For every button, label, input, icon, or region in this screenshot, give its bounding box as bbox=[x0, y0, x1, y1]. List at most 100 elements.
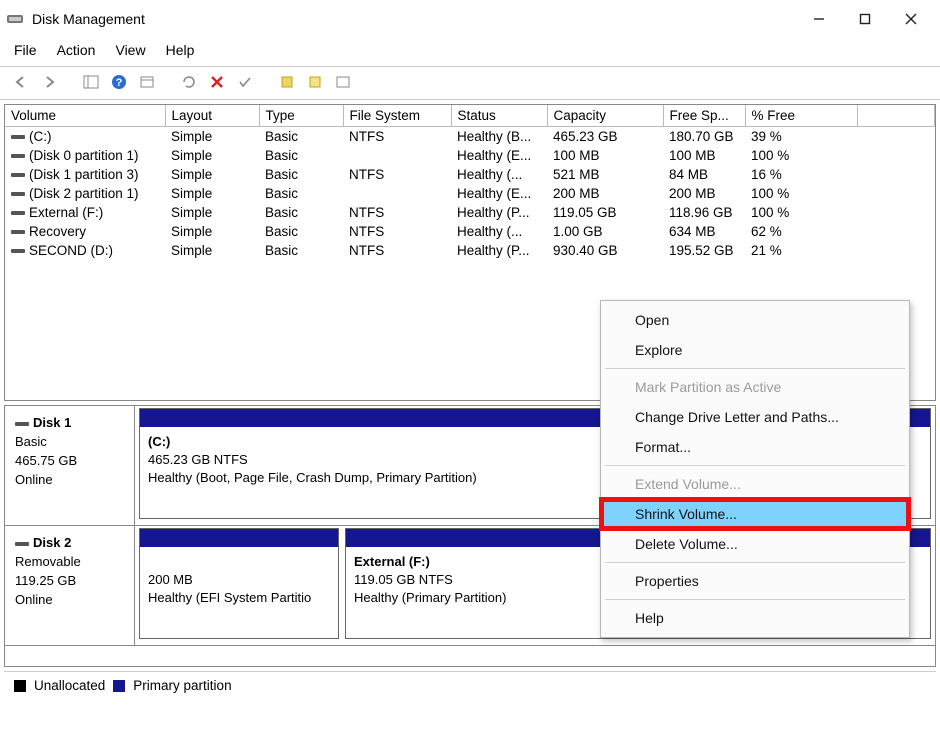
disk-header-disk1[interactable]: Disk 1 Basic 465.75 GB Online bbox=[5, 406, 135, 525]
menu-file[interactable]: File bbox=[14, 42, 37, 58]
col-status[interactable]: Status bbox=[451, 105, 547, 127]
delete-button[interactable] bbox=[206, 71, 228, 93]
forward-button[interactable] bbox=[38, 71, 60, 93]
col-volume[interactable]: Volume bbox=[5, 105, 165, 127]
table-cell bbox=[343, 146, 451, 165]
table-cell: Basic bbox=[259, 165, 343, 184]
col-type[interactable]: Type bbox=[259, 105, 343, 127]
table-cell: 200 MB bbox=[663, 184, 745, 203]
table-cell: Simple bbox=[165, 127, 259, 147]
table-cell: Healthy (... bbox=[451, 165, 547, 184]
context-help[interactable]: Help bbox=[601, 603, 909, 633]
refresh-button[interactable] bbox=[178, 71, 200, 93]
table-cell: 118.96 GB bbox=[663, 203, 745, 222]
table-cell: Healthy (P... bbox=[451, 203, 547, 222]
table-cell: 119.05 GB bbox=[547, 203, 663, 222]
table-cell: Recovery bbox=[5, 222, 165, 241]
table-row[interactable]: (Disk 2 partition 1)SimpleBasicHealthy (… bbox=[5, 184, 935, 203]
col-filesystem[interactable]: File System bbox=[343, 105, 451, 127]
menu-action[interactable]: Action bbox=[57, 42, 96, 58]
table-row[interactable]: (C:)SimpleBasicNTFSHealthy (B...465.23 G… bbox=[5, 127, 935, 147]
volume-size-fs: 200 MB bbox=[148, 571, 330, 589]
context-menu: Open Explore Mark Partition as Active Ch… bbox=[600, 300, 910, 638]
table-cell: Basic bbox=[259, 184, 343, 203]
table-cell: NTFS bbox=[343, 165, 451, 184]
context-shrink-volume[interactable]: Shrink Volume... bbox=[601, 499, 909, 529]
toolbar: ? bbox=[0, 66, 940, 100]
menu-help[interactable]: Help bbox=[166, 42, 195, 58]
context-format[interactable]: Format... bbox=[601, 432, 909, 462]
volume-block-efi[interactable]: 200 MB Healthy (EFI System Partitio bbox=[139, 528, 339, 639]
context-open[interactable]: Open bbox=[601, 305, 909, 335]
col-freespace[interactable]: Free Sp... bbox=[663, 105, 745, 127]
disk-state: Online bbox=[15, 591, 124, 610]
context-separator bbox=[605, 599, 905, 600]
titlebar: Disk Management bbox=[0, 0, 940, 38]
wizard-button-2[interactable] bbox=[304, 71, 326, 93]
disk-size: 465.75 GB bbox=[15, 452, 124, 471]
table-cell: Basic bbox=[259, 241, 343, 260]
disk-icon bbox=[11, 135, 25, 139]
disk-icon bbox=[11, 173, 25, 177]
context-extend-volume: Extend Volume... bbox=[601, 469, 909, 499]
maximize-button[interactable] bbox=[842, 3, 888, 35]
table-row[interactable]: SECOND (D:)SimpleBasicNTFSHealthy (P...9… bbox=[5, 241, 935, 260]
menubar: File Action View Help bbox=[0, 38, 940, 66]
table-cell: NTFS bbox=[343, 127, 451, 147]
table-cell: Healthy (E... bbox=[451, 184, 547, 203]
settings-button[interactable] bbox=[332, 71, 354, 93]
table-cell: Healthy (P... bbox=[451, 241, 547, 260]
context-delete-volume[interactable]: Delete Volume... bbox=[601, 529, 909, 559]
disk-name: Disk 1 bbox=[33, 415, 71, 430]
table-cell: (C:) bbox=[5, 127, 165, 147]
col-capacity[interactable]: Capacity bbox=[547, 105, 663, 127]
column-headers: Volume Layout Type File System Status Ca… bbox=[5, 105, 935, 127]
disk-size: 119.25 GB bbox=[15, 572, 124, 591]
apply-button[interactable] bbox=[234, 71, 256, 93]
table-cell: Basic bbox=[259, 222, 343, 241]
table-row[interactable]: (Disk 1 partition 3)SimpleBasicNTFSHealt… bbox=[5, 165, 935, 184]
show-hide-button[interactable] bbox=[80, 71, 102, 93]
window-title: Disk Management bbox=[32, 11, 145, 27]
context-properties[interactable]: Properties bbox=[601, 566, 909, 596]
col-layout[interactable]: Layout bbox=[165, 105, 259, 127]
back-button[interactable] bbox=[10, 71, 32, 93]
context-change-drive-letter[interactable]: Change Drive Letter and Paths... bbox=[601, 402, 909, 432]
table-cell: Simple bbox=[165, 222, 259, 241]
table-cell: 16 % bbox=[745, 165, 857, 184]
table-cell: Healthy (... bbox=[451, 222, 547, 241]
legend-primary: Primary partition bbox=[133, 678, 231, 693]
table-cell: Basic bbox=[259, 127, 343, 147]
app-icon bbox=[6, 10, 24, 28]
disk-header-disk2[interactable]: Disk 2 Removable 119.25 GB Online bbox=[5, 526, 135, 645]
table-cell bbox=[857, 222, 935, 241]
disk-type: Basic bbox=[15, 433, 124, 452]
minimize-button[interactable] bbox=[796, 3, 842, 35]
table-cell bbox=[857, 184, 935, 203]
table-cell bbox=[857, 146, 935, 165]
table-cell: NTFS bbox=[343, 241, 451, 260]
menu-view[interactable]: View bbox=[115, 42, 145, 58]
table-row[interactable]: (Disk 0 partition 1)SimpleBasicHealthy (… bbox=[5, 146, 935, 165]
table-cell: NTFS bbox=[343, 222, 451, 241]
table-cell: 100 % bbox=[745, 184, 857, 203]
close-button[interactable] bbox=[888, 3, 934, 35]
context-separator bbox=[605, 368, 905, 369]
disk-name: Disk 2 bbox=[33, 535, 71, 550]
volume-stripe bbox=[140, 529, 338, 547]
context-explore[interactable]: Explore bbox=[601, 335, 909, 365]
table-cell: Basic bbox=[259, 146, 343, 165]
col-pctfree[interactable]: % Free bbox=[745, 105, 857, 127]
help-button[interactable]: ? bbox=[108, 71, 130, 93]
legend: Unallocated Primary partition bbox=[4, 671, 936, 699]
table-cell: SECOND (D:) bbox=[5, 241, 165, 260]
svg-text:?: ? bbox=[116, 77, 123, 89]
table-row[interactable]: External (F:)SimpleBasicNTFSHealthy (P..… bbox=[5, 203, 935, 222]
table-row[interactable]: RecoverySimpleBasicNTFSHealthy (...1.00 … bbox=[5, 222, 935, 241]
disk-icon bbox=[11, 192, 25, 196]
table-cell: 465.23 GB bbox=[547, 127, 663, 147]
wizard-button-1[interactable] bbox=[276, 71, 298, 93]
properties-button[interactable] bbox=[136, 71, 158, 93]
table-cell: External (F:) bbox=[5, 203, 165, 222]
context-separator bbox=[605, 465, 905, 466]
